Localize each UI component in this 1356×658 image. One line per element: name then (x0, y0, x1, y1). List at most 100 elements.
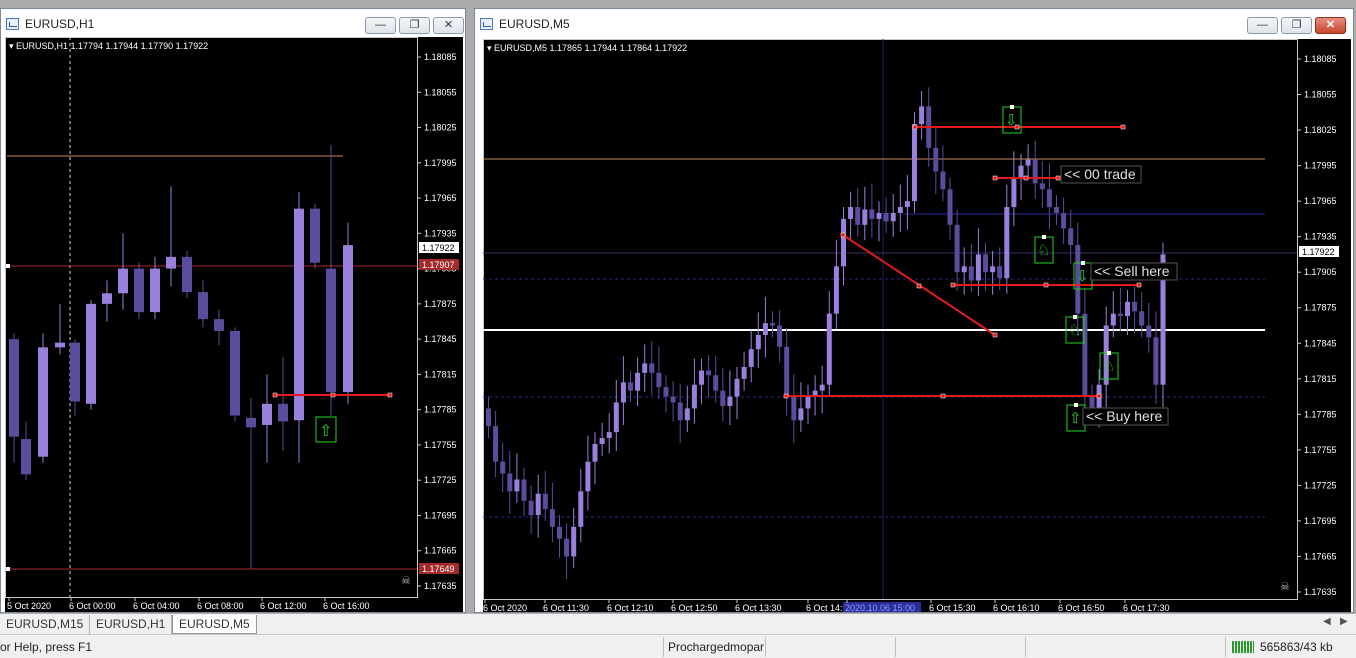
candle-body (677, 402, 683, 421)
price-tick-label: 1.17995 (424, 158, 457, 168)
candle-body (699, 370, 704, 385)
candle-body (819, 384, 825, 391)
candle-body (134, 268, 144, 313)
restore-button[interactable]: ❐ (399, 17, 430, 34)
tab-eurusd-m5[interactable]: EURUSD,M5 (172, 615, 257, 634)
time-tick-label: 6 Oct 16:50 (1058, 603, 1105, 612)
candle-body (528, 500, 534, 516)
trade-line-point (912, 124, 918, 130)
thumb-signal-icon: ♘ (1068, 321, 1081, 339)
price-tick-label: 1.18055 (424, 87, 457, 97)
candle-body (855, 207, 861, 225)
candle-body (493, 426, 499, 462)
candle-body (628, 382, 633, 391)
candle-body (521, 479, 527, 501)
candle-body (1139, 311, 1145, 326)
tab-eurusd-h1[interactable]: EURUSD,H1 (90, 615, 173, 634)
candle-body (1025, 159, 1031, 166)
m5-chart-canvas[interactable]: ▾ EURUSD,M5 1.17865 1.17944 1.17864 1.17… (483, 39, 1351, 612)
connection-bars-icon (1232, 641, 1254, 653)
help-text: or Help, press F1 (0, 640, 93, 654)
sell-arrow-icon: ⇩ (1076, 267, 1089, 285)
time-tick-label: 6 Oct 16:10 (993, 603, 1040, 612)
price-tick-label: 1.17905 (1304, 267, 1337, 277)
candle-body (599, 438, 605, 444)
time-tick-label: 2020.10.06 15:00 (845, 603, 915, 612)
line-handle (6, 264, 10, 268)
candle-body (791, 396, 797, 421)
candle-body (890, 212, 896, 222)
close-button[interactable]: ✕ (1315, 17, 1346, 34)
tab-scroll-left-icon[interactable]: ◀ (1323, 616, 1331, 627)
candle-body (713, 375, 719, 391)
minimize-button[interactable]: — (365, 17, 396, 34)
candle-body (947, 189, 953, 225)
candle-body (727, 396, 733, 407)
trade-line-point (1096, 393, 1102, 399)
candle-body (762, 323, 768, 335)
chart-window-icon (6, 18, 19, 30)
annotation-trade: << 00 trade (1064, 166, 1136, 182)
bottom-level-price-label: 1.17649 (422, 564, 455, 574)
traffic-counter: 565863/43 kb (1260, 640, 1333, 654)
candle-body (343, 245, 353, 393)
price-tick-label: 1.17725 (424, 475, 457, 485)
candle-body (770, 323, 775, 326)
candle-body (70, 342, 80, 402)
candle-body (968, 266, 974, 281)
candle-body (214, 319, 224, 331)
trade-line-point (1055, 175, 1061, 181)
price-tick-label: 1.18055 (1304, 90, 1337, 100)
h1-chart-canvas[interactable]: ▾ EURUSD,H1 1.17794 1.17944 1.17790 1.17… (5, 37, 463, 612)
close-button[interactable]: ✕ (433, 17, 464, 34)
price-tick-label: 1.17965 (424, 193, 457, 203)
price-chart-h1[interactable]: ▾ EURUSD,H1 1.17794 1.17944 1.17790 1.17… (5, 37, 463, 612)
signal-handle (1073, 315, 1077, 319)
candle-body (500, 461, 506, 474)
tab-eurusd-m15[interactable]: EURUSD,M15 (0, 615, 91, 634)
candle-body (691, 384, 697, 409)
expert-icon: ☠ (1280, 580, 1290, 593)
candle-body (514, 479, 520, 492)
candle-body (841, 218, 846, 267)
candle-body (571, 526, 577, 557)
trade-line-point (992, 175, 998, 181)
trade-line-point (387, 392, 393, 398)
candle-body (542, 493, 548, 510)
candle-body (904, 201, 910, 208)
window-titlebar[interactable]: EURUSD,H1 — ❐ ✕ (1, 9, 465, 39)
candle-body (326, 268, 336, 393)
candle-body (755, 334, 761, 350)
candle-body (198, 292, 208, 320)
time-tick-label: 6 Oct 14:1 (806, 603, 848, 612)
candle-body (990, 266, 996, 273)
annotation-sell: << Sell here (1094, 263, 1170, 279)
trade-line-point (330, 392, 336, 398)
price-tick-label: 1.17635 (424, 581, 457, 591)
trade-line-point (1136, 282, 1142, 288)
candle-body (1132, 301, 1138, 312)
time-tick-label: 6 Oct 12:50 (671, 603, 718, 612)
candle-body (933, 147, 939, 172)
candle-body (38, 347, 48, 457)
candle-body (1153, 337, 1159, 385)
chart-window-h1[interactable]: EURUSD,H1 — ❐ ✕ ▾ EURUSD,H1 1.17794 1.17… (0, 8, 466, 613)
candle-body (578, 491, 584, 527)
minimize-button[interactable]: — (1247, 17, 1278, 34)
restore-button[interactable]: ❐ (1281, 17, 1312, 34)
signal-handle (1042, 235, 1046, 239)
candle-body (55, 342, 65, 348)
chart-window-m5[interactable]: EURUSD,M5 — ❐ ✕ ▾ EURUSD,M5 1.17865 1.17… (474, 8, 1354, 613)
candle-body (883, 212, 889, 222)
time-tick-label: 6 Oct 12:00 (260, 601, 307, 611)
price-tick-label: 1.18085 (1304, 54, 1337, 64)
candle-body (635, 372, 641, 391)
tab-scroll-right-icon[interactable]: ▶ (1340, 616, 1348, 627)
candle-body (954, 224, 960, 273)
price-tick-label: 1.17875 (424, 299, 457, 309)
window-titlebar[interactable]: EURUSD,M5 — ❐ ✕ (475, 9, 1353, 39)
price-chart-m5[interactable]: ▾ EURUSD,M5 1.17865 1.17944 1.17864 1.17… (483, 39, 1351, 612)
candle-body (564, 538, 570, 557)
candle-body (826, 313, 832, 385)
time-tick-label: 6 Oct 12:10 (607, 603, 654, 612)
